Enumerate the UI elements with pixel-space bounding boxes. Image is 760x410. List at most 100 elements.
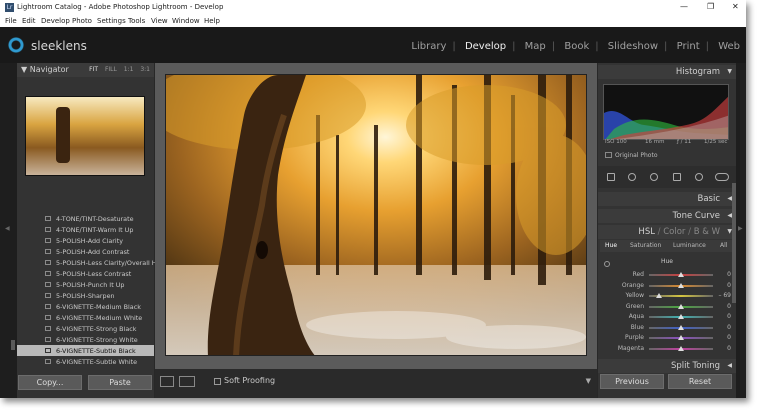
preset-label: 6-VIGNETTE-Subtle Black [56,347,136,355]
original-photo-checkbox[interactable] [605,152,612,158]
preset-item[interactable]: 5-POLISH-Add Contrast [17,246,154,257]
histogram-header[interactable]: Histogram ▼ [598,65,736,79]
hsl-slider-handle[interactable] [678,314,684,319]
hsl-slider-value[interactable]: 0 [715,303,731,310]
main-photo[interactable] [165,74,587,356]
preset-item[interactable]: 6-VIGNETTE-Strong Black [17,323,154,334]
menu-help[interactable]: Help [204,17,220,25]
menu-settings[interactable]: Settings [97,17,126,25]
hsl-slider-handle[interactable] [678,303,684,309]
histogram-graph[interactable] [603,84,729,140]
tone-curve-header[interactable]: Tone Curve ◀ [598,209,736,223]
menu-edit[interactable]: Edit [22,17,36,25]
split-toning-header[interactable]: Split Toning ◀ [598,359,736,373]
hsl-slider-handle[interactable] [678,272,684,277]
histogram-collapse-icon: ▼ [727,68,732,75]
hsl-slider-value[interactable]: 0 [715,345,731,352]
toolbar-menu-arrow-icon[interactable]: ▼ [586,377,591,385]
preset-item[interactable]: 5-POLISH-Punch It Up [17,279,154,290]
module-slideshow[interactable]: Slideshow [608,41,658,52]
preset-item[interactable]: 6-VIGNETTE-Subtle White [17,356,154,367]
module-map[interactable]: Map [525,41,546,52]
maximize-icon[interactable]: ❐ [707,2,714,11]
minimize-icon[interactable]: — [680,2,688,11]
zoom-1-1[interactable]: 1:1 [124,66,134,73]
preset-item[interactable]: 6-VIGNETTE-Strong White [17,334,154,345]
hsl-tabs: Hue Saturation Luminance All [600,240,733,252]
tab-saturation[interactable]: Saturation [630,242,661,249]
radial-filter-icon[interactable] [695,173,703,181]
hsl-slider-handle[interactable] [655,293,662,298]
exif-shutter: 1/25 sec [704,139,728,145]
hsl-slider-handle[interactable] [678,282,684,288]
hsl-slider-label: Orange [621,281,644,289]
left-panel-toggle-icon[interactable]: ◀ [5,225,10,232]
adjustment-brush-icon[interactable] [715,173,729,181]
hsl-slider-handle[interactable] [678,345,684,351]
zoom-fill[interactable]: FILL [105,66,117,73]
preset-item[interactable]: 4-TONE/TINT-Warm It Up [17,224,154,235]
hsl-row-green: Green 0 [598,302,736,312]
hsl-slider-handle[interactable] [678,335,684,340]
menu-develop[interactable]: Develop [41,17,70,25]
preset-icon [45,238,51,243]
graduated-filter-icon[interactable] [673,173,681,181]
hsl-header[interactable]: HSL / Color / B & W ▼ [598,225,736,239]
previous-button[interactable]: Previous [600,374,664,389]
copy-button[interactable]: Copy... [18,375,82,390]
preset-icon [45,271,51,276]
loupe-view-icon[interactable] [160,376,174,387]
menu-view[interactable]: View [151,17,168,25]
hsl-slider-value[interactable]: 0 [715,324,731,331]
navigator-header[interactable]: ▼ Navigator FIT FILL 1:1 3:1 [17,63,154,77]
menu-tools[interactable]: Tools [128,17,145,25]
menu-window[interactable]: Window [172,17,200,25]
hsl-slider-label: Yellow [625,292,644,299]
preset-label: 5-POLISH-Sharpen [56,292,115,300]
preset-item[interactable]: 6-VIGNETTE-Medium Black [17,301,154,312]
color-label[interactable]: Color [663,227,685,237]
hsl-slider-value[interactable]: 0 [715,271,731,278]
bw-label[interactable]: B & W [694,227,720,237]
navigator-preview[interactable] [25,96,145,176]
hsl-slider-value[interactable]: – 69 [715,292,731,299]
module-develop[interactable]: Develop [465,41,506,52]
preset-item[interactable]: 5-POLISH-Sharpen [17,290,154,301]
zoom-fit[interactable]: FIT [89,66,98,73]
right-scrollbar[interactable] [732,183,736,303]
preset-item[interactable]: 5-POLISH-Less Contrast [17,268,154,279]
histogram-curves [604,96,728,139]
menu-photo[interactable]: Photo [72,17,92,25]
hsl-label[interactable]: HSL [638,227,655,237]
tab-luminance[interactable]: Luminance [673,242,706,249]
preset-item[interactable]: 6-VIGNETTE-Medium White [17,312,154,323]
hsl-slider-handle[interactable] [678,324,684,330]
basic-header[interactable]: Basic ◀ [598,192,736,206]
paste-button[interactable]: Paste [88,375,152,390]
zoom-3-1[interactable]: 3:1 [140,66,150,73]
hsl-slider-value[interactable]: 0 [715,334,731,341]
preset-item[interactable]: 5-POLISH-Add Clarity [17,235,154,246]
preset-item[interactable]: 4-TONE/TINT-Desaturate [17,213,154,224]
module-book[interactable]: Book [564,41,589,52]
module-web[interactable]: Web [718,41,740,52]
tab-hue[interactable]: Hue [605,242,617,249]
soft-proofing-checkbox[interactable] [214,378,221,385]
red-eye-icon[interactable] [650,173,658,181]
crop-tool-icon[interactable] [607,173,615,181]
hsl-row-yellow: Yellow – 69 [598,291,736,301]
spot-removal-icon[interactable] [628,173,636,181]
hsl-slider-value[interactable]: 0 [715,282,731,289]
right-panel-toggle-icon[interactable]: ▶ [738,225,743,232]
module-library[interactable]: Library [411,41,446,52]
left-scrollbar[interactable] [11,340,15,350]
preset-item[interactable]: 5-POLISH-Less Clarity/Overall H... [17,257,163,268]
reset-button[interactable]: Reset [668,374,732,389]
hsl-slider-value[interactable]: 0 [715,313,731,320]
close-icon[interactable]: ✕ [732,2,739,11]
module-print[interactable]: Print [677,41,700,52]
tab-all[interactable]: All [720,242,727,249]
preset-item[interactable]: 6-VIGNETTE-Subtle Black [17,345,154,356]
menu-file[interactable]: File [5,17,17,25]
before-after-icon[interactable] [179,376,195,387]
